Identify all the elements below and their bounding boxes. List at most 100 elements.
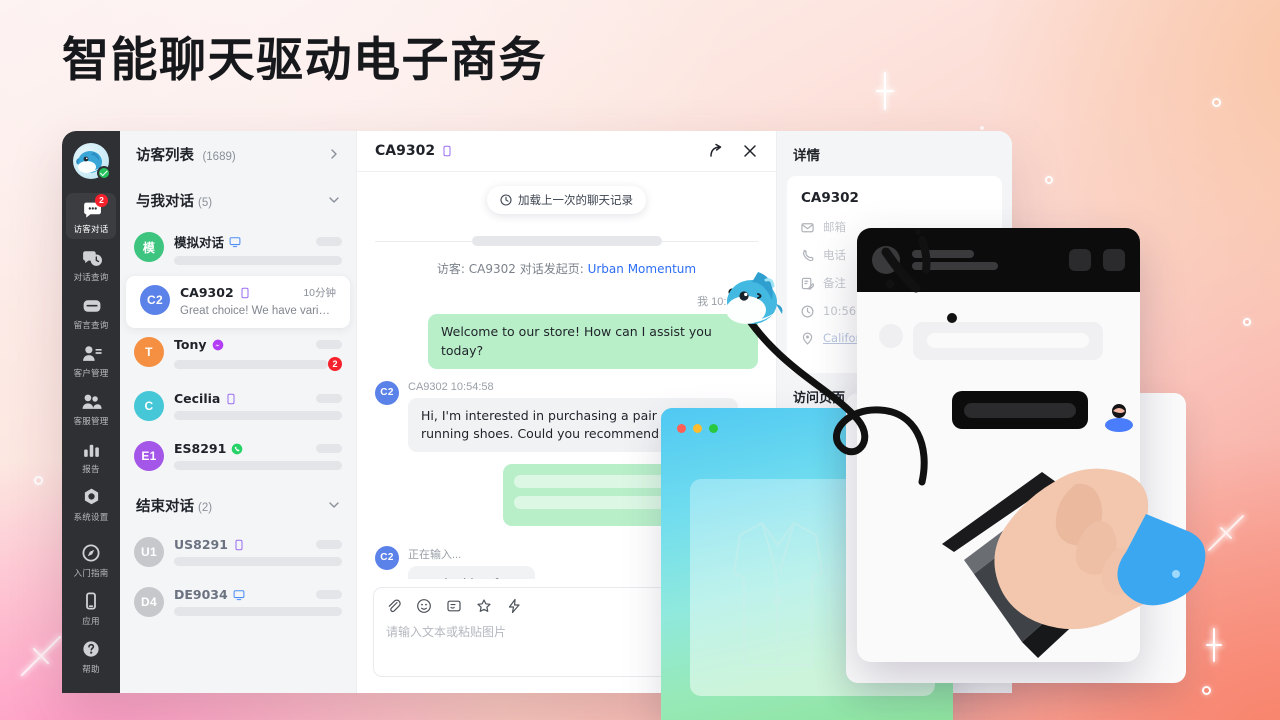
ring-dot <box>1212 98 1221 107</box>
conversation-item[interactable]: 模模拟对话 <box>120 223 356 276</box>
placeholder-line <box>174 256 342 265</box>
message-bubble-placeholder-dark <box>952 391 1088 429</box>
conversation-item[interactable]: D4 DE9034 <box>120 578 356 628</box>
avatar[interactable] <box>73 143 111 180</box>
conv-name: CA9302 <box>180 285 234 300</box>
status-online-icon <box>97 166 111 180</box>
load-history-label: 加载上一次的聊天记录 <box>518 193 633 208</box>
details-header: 详情 <box>793 147 820 164</box>
conv-section-header[interactable]: 结束对话 (2) <box>120 482 356 528</box>
sidebar-item-6[interactable]: 系统设置 <box>66 481 116 527</box>
conv-section-header[interactable]: 与我对话 (5) <box>120 177 356 223</box>
sparkle-icon <box>1206 628 1222 662</box>
desktop-icon <box>229 236 241 247</box>
conversation-item[interactable]: T Tony 2 <box>120 328 356 382</box>
ring-dot <box>34 476 43 485</box>
sidebar-item-3[interactable]: 客户管理 <box>66 337 116 383</box>
traffic-light-red[interactable] <box>677 424 686 433</box>
visitor-list-title: 访客列表 <box>136 147 194 164</box>
conversation-body: Tony 2 <box>174 337 342 371</box>
traffic-light-yellow[interactable] <box>693 424 702 433</box>
chevron-down-icon <box>329 197 339 203</box>
note-icon <box>801 277 814 290</box>
sparkle-icon <box>876 72 894 110</box>
screenshot-icon[interactable] <box>446 598 462 614</box>
location-icon <box>802 332 813 345</box>
sidebar-rail: 访客对话 2 对话查询留言查询客户管理 客服管理报告系统设置 入门指南应用帮助 <box>62 131 120 693</box>
sidebar-item-2[interactable]: 留言查询 <box>66 289 116 335</box>
help-icon <box>81 639 102 660</box>
avatar: T <box>134 337 164 367</box>
avatar-placeholder <box>872 246 900 274</box>
sidebar-bottom-item-1[interactable]: 应用 <box>66 585 116 631</box>
placeholder-button <box>1069 249 1091 271</box>
placeholder-line <box>174 411 342 420</box>
load-history-button[interactable]: 加载上一次的聊天记录 <box>487 186 646 215</box>
visitor-field-value: 电话 <box>823 248 846 262</box>
conversation-preview-row: 2 <box>174 357 342 371</box>
gear-icon <box>81 487 102 508</box>
message-meta: 我 10:54:29 <box>697 296 754 309</box>
visitor-list-count: (1689) <box>202 150 236 163</box>
conversation-preview-row <box>174 557 342 566</box>
avatar: U1 <box>134 537 164 567</box>
emoji-icon[interactable] <box>416 598 432 614</box>
placeholder-pill <box>316 237 342 246</box>
agents-icon <box>81 391 102 412</box>
sidebar-item-label: 系统设置 <box>73 513 109 523</box>
conversation-preview-row <box>174 461 342 470</box>
clock-icon <box>801 305 814 317</box>
sidebar-item-1[interactable]: 对话查询 <box>66 241 116 287</box>
customer-icon <box>81 343 102 364</box>
conv-name: US8291 <box>174 537 228 552</box>
visitor-list-header[interactable]: 访客列表 (1689) <box>120 131 356 177</box>
divider-placeholder <box>471 236 662 247</box>
transfer-icon[interactable] <box>708 143 724 159</box>
attachment-icon[interactable] <box>386 598 402 614</box>
visitor-field-value: 备注 <box>823 276 846 290</box>
avatar: E1 <box>134 441 164 471</box>
star-icon[interactable] <box>476 598 492 614</box>
conversation-title-row: ES8291 <box>174 441 342 456</box>
sidebar-item-label: 访客对话 <box>73 225 109 235</box>
placeholder-pill <box>316 444 342 453</box>
placeholder-pill <box>316 540 342 549</box>
conv-time: 10分钟 <box>303 287 336 299</box>
sidebar-item-label: 留言查询 <box>73 321 109 331</box>
dot <box>980 126 984 130</box>
traffic-light-green[interactable] <box>709 424 718 433</box>
avatar-placeholder <box>879 324 903 348</box>
message-out: 我 10:54:29 Welcome to our store! How can… <box>375 293 758 369</box>
page-title: 智能聊天驱动电子商务 <box>62 33 547 88</box>
sidebar-item-4[interactable]: 客服管理 <box>66 385 116 431</box>
placeholder-line <box>174 557 342 566</box>
phone-header <box>857 228 1140 292</box>
divider-line <box>661 240 758 242</box>
sidebar-item-label: 报告 <box>82 465 100 475</box>
avatar: 模 <box>134 232 164 262</box>
conversation-title-row: 模拟对话 <box>174 232 342 251</box>
conv-name: Tony <box>174 337 207 352</box>
quick-reply-icon[interactable] <box>506 598 522 614</box>
sidebar-item-label: 应用 <box>82 617 100 627</box>
divider-line <box>375 240 472 242</box>
sparkle-icon <box>13 628 68 683</box>
placeholder-pill <box>316 394 342 403</box>
close-icon[interactable] <box>742 143 758 159</box>
placeholder-pill <box>316 590 342 599</box>
conversation-title-row: Tony <box>174 337 342 352</box>
sidebar-bottom-item-2[interactable]: 帮助 <box>66 633 116 679</box>
conversation-item[interactable]: C2 CA9302 10分钟 Great choice! We have variou… <box>126 276 350 328</box>
sidebar-bottom-item-0[interactable]: 入门指南 <box>66 537 116 583</box>
avatar: C2 <box>375 545 399 570</box>
chevron-down-icon <box>329 502 339 508</box>
conversation-item[interactable]: C Cecilia <box>120 382 356 432</box>
email-icon <box>801 222 814 232</box>
sidebar-item-5[interactable]: 报告 <box>66 433 116 479</box>
conv-section-title: 与我对话 <box>136 193 194 210</box>
origin-link[interactable]: Urban Momentum <box>588 262 696 276</box>
conversation-item[interactable]: U1 US8291 <box>120 528 356 578</box>
conversation-preview-row: Great choice! We have various ... <box>180 305 336 317</box>
sidebar-item-0[interactable]: 访客对话 2 <box>66 193 116 239</box>
conversation-item[interactable]: E1 ES8291 <box>120 432 356 482</box>
